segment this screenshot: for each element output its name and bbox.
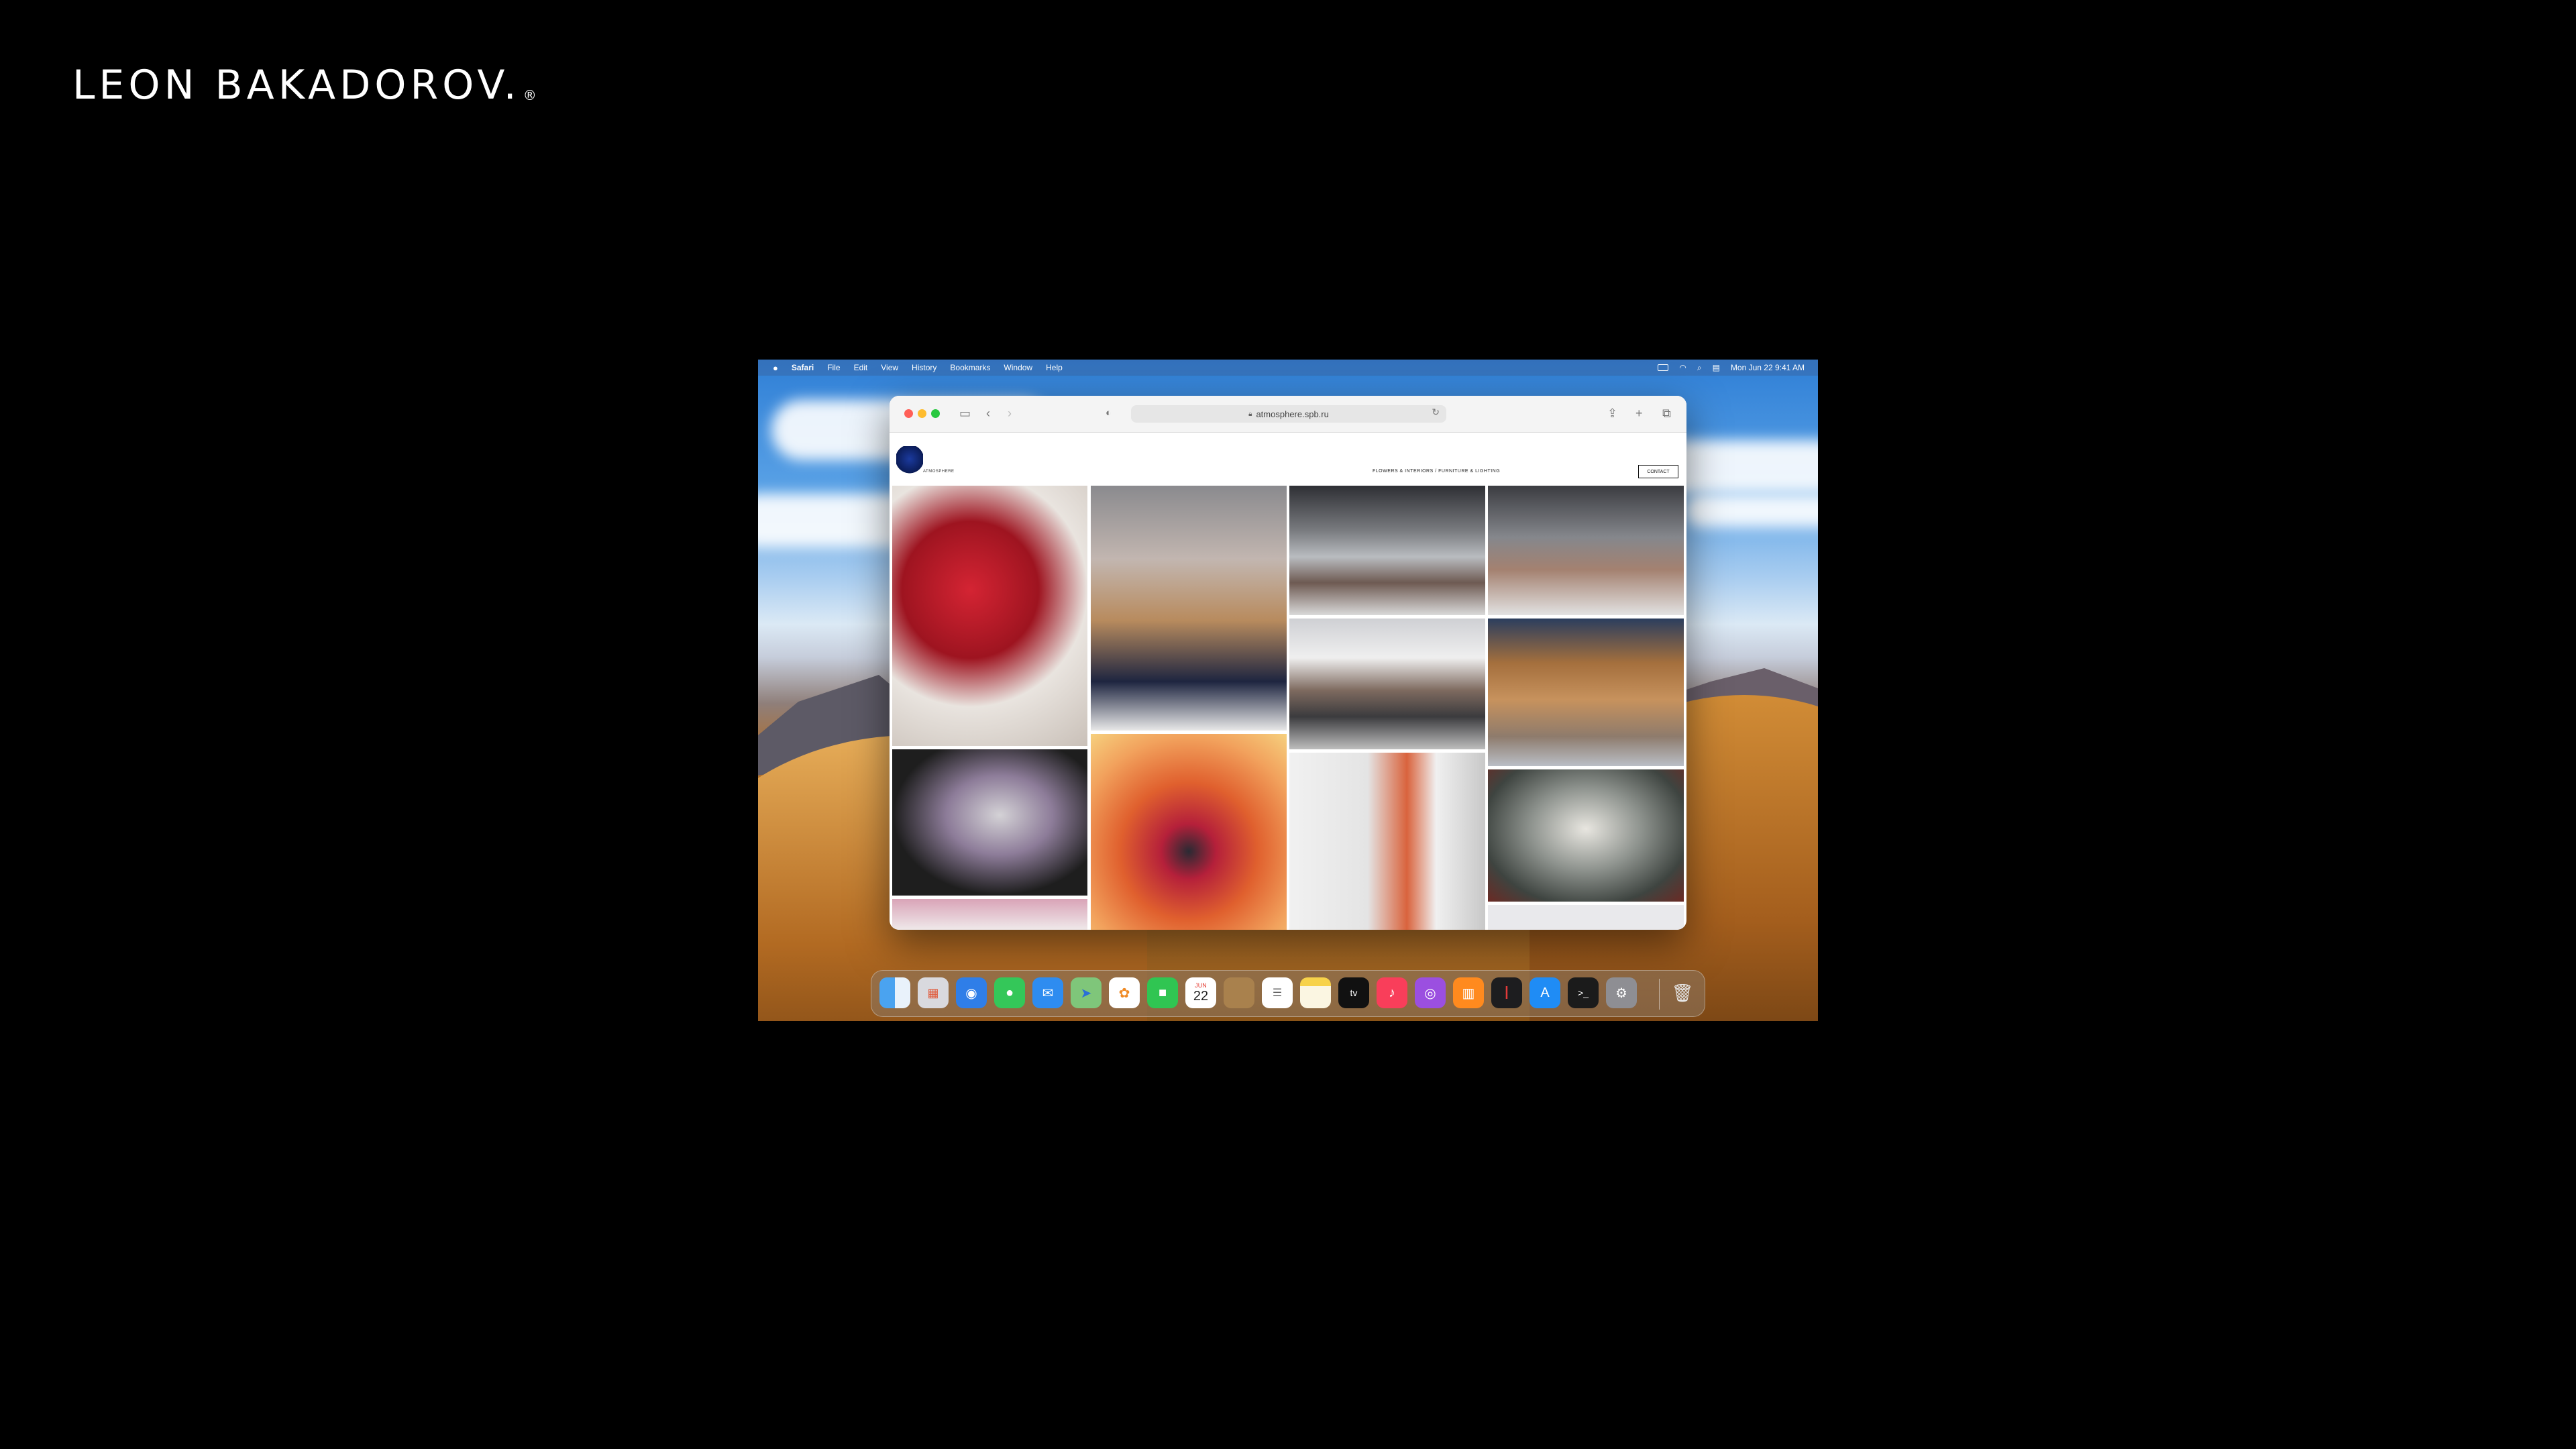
facetime-icon[interactable]: ■	[1147, 977, 1178, 1008]
contacts-icon[interactable]	[1224, 977, 1254, 1008]
back-icon[interactable]: ‹	[986, 406, 990, 421]
menu-help[interactable]: Help	[1046, 363, 1063, 372]
finder-icon[interactable]	[879, 977, 910, 1008]
gallery-image-wrapped-flowers[interactable]	[892, 749, 1087, 896]
menu-bookmarks[interactable]: Bookmarks	[950, 363, 990, 372]
menu-edit[interactable]: Edit	[854, 363, 868, 372]
photos-icon[interactable]: ✿	[1109, 977, 1140, 1008]
menu-clock[interactable]: Mon Jun 22 9:41 AM	[1731, 363, 1805, 372]
gallery-image-office[interactable]	[1488, 486, 1684, 615]
app-store-icon[interactable]: A	[1529, 977, 1560, 1008]
sidebar-toggle-icon[interactable]: ▭	[959, 406, 971, 421]
reminders-icon[interactable]: ☰	[1262, 977, 1293, 1008]
gallery-image-bookshelf-ladder[interactable]	[1289, 753, 1485, 930]
calendar-month: JUN	[1195, 982, 1207, 989]
browser-toolbar: ▭ ‹ › ◐ 🔒︎ atmosphere.spb.ru ↻ ⇪ + ⧉	[890, 396, 1686, 433]
gallery-image-pink-flowers[interactable]	[892, 899, 1087, 930]
wifi-icon[interactable]: ◠	[1679, 363, 1686, 372]
tv-label: tv	[1350, 987, 1358, 998]
notes-icon[interactable]	[1300, 977, 1331, 1008]
reload-icon[interactable]: ↻	[1432, 407, 1440, 418]
gallery-image-lounge[interactable]	[1488, 769, 1684, 902]
registered-mark: ®	[523, 87, 537, 103]
zoom-button[interactable]	[931, 409, 940, 418]
menu-file[interactable]: File	[827, 363, 840, 372]
share-icon[interactable]: ⇪	[1607, 406, 1617, 421]
safari-window: ▭ ‹ › ◐ 🔒︎ atmosphere.spb.ru ↻ ⇪ + ⧉ ATM…	[890, 396, 1686, 930]
contact-button[interactable]: CONTACT	[1638, 465, 1678, 478]
apple-tv-icon[interactable]: tv	[1338, 977, 1369, 1008]
books-icon[interactable]: ▥	[1453, 977, 1484, 1008]
gallery-image-loft[interactable]	[1289, 619, 1485, 749]
gallery-image-partial[interactable]	[1488, 905, 1684, 930]
cloud	[1684, 494, 1818, 527]
launchpad-icon[interactable]: ▦	[918, 977, 949, 1008]
lock-icon: 🔒︎	[1248, 410, 1252, 418]
voice-memos-icon[interactable]: ┃	[1491, 977, 1522, 1008]
site-header: ATMOSPHERE FLOWERS & INTERIORS / FURNITU…	[890, 433, 1686, 486]
calendar-day: 22	[1193, 989, 1209, 1004]
gallery-image-bouquets[interactable]	[1091, 486, 1287, 731]
new-tab-icon[interactable]: +	[1635, 406, 1643, 421]
battery-icon[interactable]	[1658, 364, 1669, 371]
url-text: atmosphere.spb.ru	[1256, 409, 1329, 419]
mail-icon[interactable]: ✉	[1032, 977, 1063, 1008]
brand-name: LEON BAKADOROV.	[72, 62, 521, 109]
tab-overview-icon[interactable]: ⧉	[1662, 406, 1671, 421]
forward-icon[interactable]: ›	[1008, 406, 1012, 421]
system-settings-icon[interactable]: ⚙	[1606, 977, 1637, 1008]
calendar-icon[interactable]: JUN 22	[1185, 977, 1216, 1008]
site-logo-text: ATMOSPHERE	[923, 470, 955, 474]
maps-icon[interactable]: ➤	[1071, 977, 1102, 1008]
menu-view[interactable]: View	[881, 363, 898, 372]
gallery-image-living-room[interactable]	[1289, 486, 1485, 615]
dock-separator	[1659, 979, 1660, 1010]
privacy-shield-icon[interactable]: ◐	[1106, 406, 1112, 421]
brand-logo: LEON BAKADOROV. ®	[72, 62, 537, 109]
menu-bar: ● Safari File Edit View History Bookmark…	[758, 360, 1818, 376]
gallery-image-library-cabinets[interactable]	[1488, 619, 1684, 766]
trash-icon[interactable]: 🗑︎	[1667, 977, 1698, 1008]
site-nav[interactable]: FLOWERS & INTERIORS / FURNITURE & LIGHTI…	[1373, 469, 1500, 474]
menu-window[interactable]: Window	[1004, 363, 1032, 372]
photo-gallery	[892, 486, 1684, 930]
minimize-button[interactable]	[918, 409, 926, 418]
music-icon[interactable]: ♪	[1377, 977, 1407, 1008]
dock: ▦ ◉ ● ✉ ➤ ✿ ■ JUN 22 ☰ tv ♪ ◎ ▥ ┃ A >_ ⚙…	[871, 970, 1705, 1017]
gallery-image-red-berries[interactable]	[892, 486, 1087, 746]
desktop-screen: ● Safari File Edit View History Bookmark…	[758, 360, 1818, 1021]
control-center-icon[interactable]: ▤	[1713, 363, 1720, 372]
gallery-image-rose-wall[interactable]	[1091, 734, 1287, 930]
terminal-icon[interactable]: >_	[1568, 977, 1599, 1008]
spotlight-icon[interactable]: ⌕	[1697, 363, 1702, 373]
safari-icon[interactable]: ◉	[956, 977, 987, 1008]
messages-icon[interactable]: ●	[994, 977, 1025, 1008]
menu-history[interactable]: History	[912, 363, 936, 372]
address-bar[interactable]: 🔒︎ atmosphere.spb.ru ↻	[1131, 405, 1446, 423]
apple-menu-icon[interactable]: ●	[773, 363, 778, 373]
podcasts-icon[interactable]: ◎	[1415, 977, 1446, 1008]
site-logo[interactable]	[896, 446, 923, 478]
menu-safari[interactable]: Safari	[792, 363, 814, 372]
close-button[interactable]	[904, 409, 913, 418]
